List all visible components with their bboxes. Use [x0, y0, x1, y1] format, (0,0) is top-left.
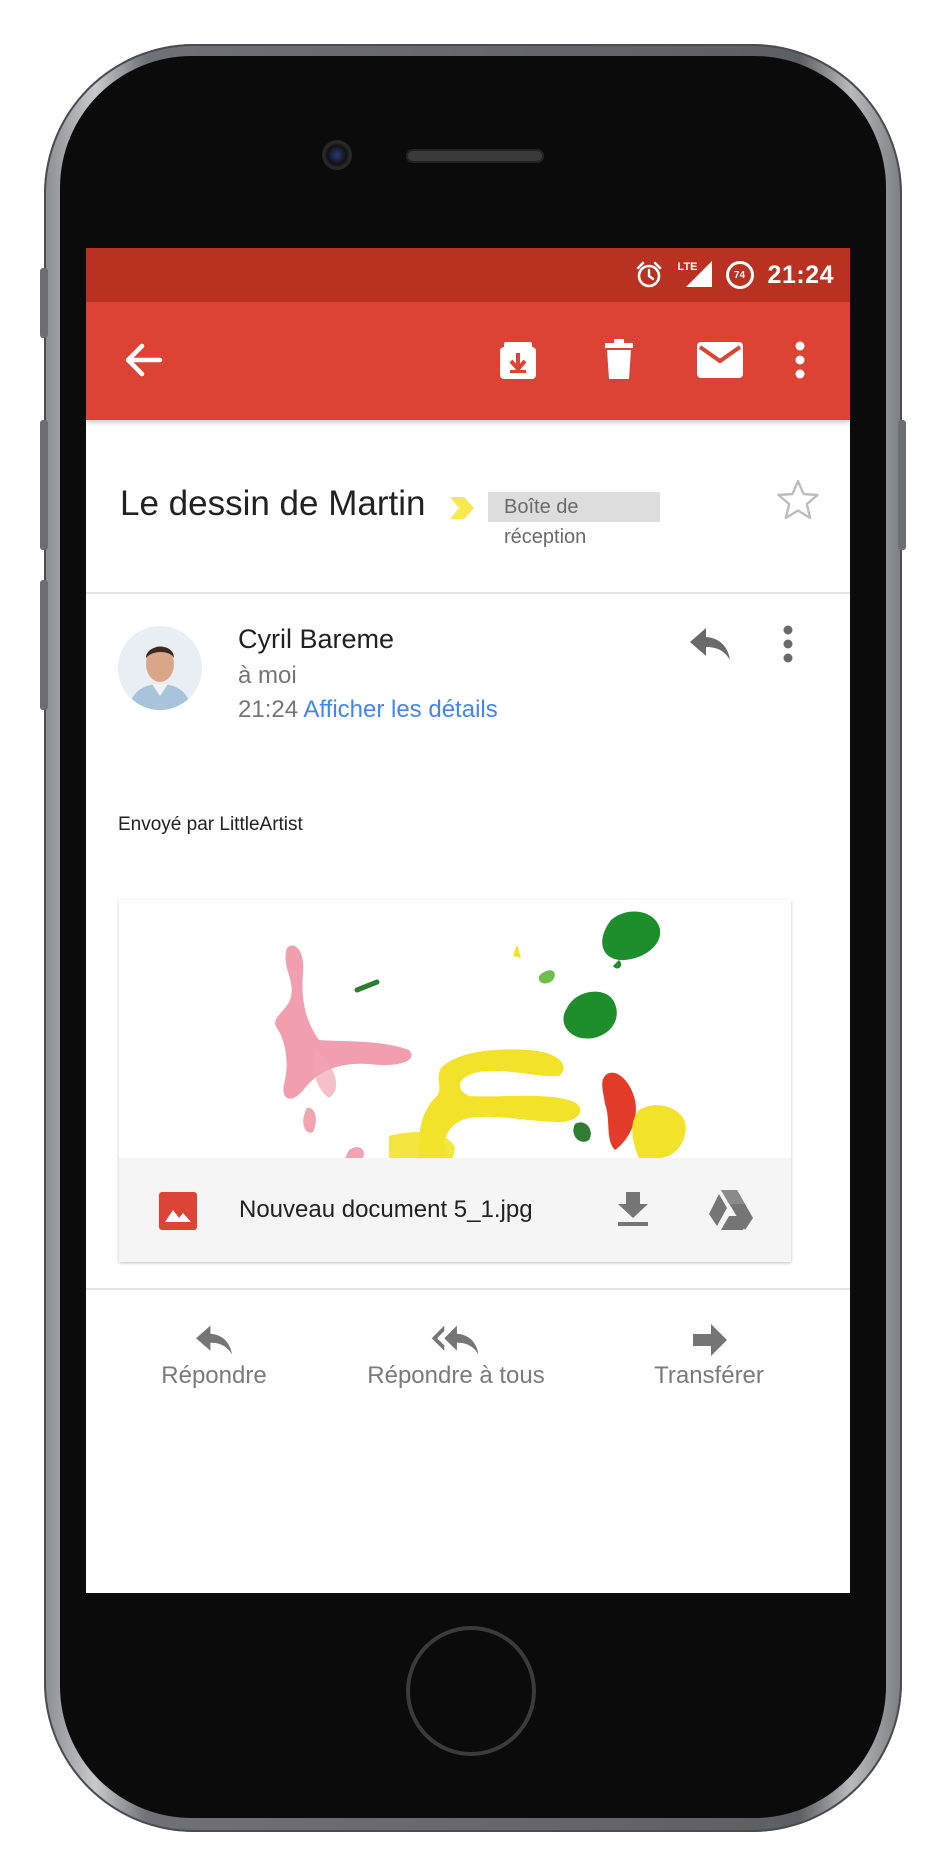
sender-photo [118, 626, 202, 710]
status-time: 21:24 [767, 260, 834, 289]
forward-label: Transférer [654, 1362, 764, 1389]
status-bar: LTE 74 21:24 [86, 248, 850, 302]
attachment-bar: Nouveau document 5_1.jpg [119, 1158, 791, 1262]
reply-icon [196, 1325, 232, 1355]
email-body: Envoyé par LittleArtist [118, 814, 303, 835]
alarm-icon [636, 261, 661, 288]
image-file-icon [159, 1192, 197, 1230]
home-button[interactable] [406, 1626, 536, 1756]
attachment-file-name: Nouveau document 5_1.jpg [239, 1196, 533, 1223]
toolbar [86, 302, 850, 420]
mute-switch [40, 268, 48, 338]
phone-screen: LTE 74 21:24 Le dessin de Martin Boîte d… [86, 248, 850, 1593]
drive-icon[interactable] [705, 1188, 753, 1232]
drawing-image [119, 900, 791, 1158]
star-icon[interactable] [776, 478, 820, 522]
email-subject: Le dessin de Martin [120, 484, 426, 523]
reply-icon[interactable] [686, 622, 734, 666]
sent-time: 21:24 [238, 696, 299, 723]
label-chip[interactable]: Boîte de réception [488, 492, 660, 548]
reply-all-label: Répondre à tous [367, 1362, 545, 1389]
more-vert-icon[interactable] [776, 622, 800, 666]
front-camera [322, 140, 352, 170]
more-vert-icon [795, 341, 805, 379]
delete-button[interactable] [583, 324, 655, 396]
battery-icon: 74 [725, 261, 754, 289]
reply-all-button[interactable]: Répondre à tous [356, 1318, 556, 1390]
archive-icon [500, 342, 536, 379]
power-button [898, 420, 906, 550]
signal-icon: LTE [678, 261, 712, 289]
recipient-line: à moi [238, 662, 297, 689]
back-button[interactable] [108, 324, 180, 396]
battery-level: 74 [733, 269, 746, 281]
more-options-button[interactable] [764, 324, 836, 396]
reply-label: Répondre [161, 1362, 267, 1389]
sender-name: Cyril Bareme [238, 624, 395, 654]
attachment-preview[interactable] [119, 900, 791, 1158]
archive-button[interactable] [482, 324, 554, 396]
important-marker-icon [450, 497, 474, 519]
earpiece-speaker [406, 149, 544, 163]
arrow-back-icon [125, 343, 163, 377]
volume-up-button [40, 420, 48, 550]
reply-all-icon [431, 1325, 479, 1355]
sent-time-line: 21:24 Afficher les détails [238, 696, 498, 724]
show-details-link[interactable]: Afficher les détails [303, 696, 497, 723]
reply-actions: Répondre Répondre à tous Transférer [86, 1318, 850, 1418]
volume-down-button [40, 580, 48, 710]
divider [86, 1288, 850, 1290]
forward-button[interactable]: Transférer [634, 1318, 784, 1390]
avatar[interactable] [118, 626, 202, 710]
sender-info: Cyril Bareme à moi 21:24 Afficher les dé… [86, 594, 850, 734]
mail-icon [697, 342, 743, 378]
download-icon[interactable] [613, 1188, 653, 1228]
reply-button[interactable]: Répondre [136, 1318, 292, 1390]
subject-header: Le dessin de Martin Boîte de réception [86, 420, 850, 594]
delete-icon [605, 339, 633, 379]
forward-icon [693, 1324, 727, 1356]
attachment-card[interactable]: Nouveau document 5_1.jpg [119, 900, 791, 1262]
mark-unread-button[interactable] [684, 324, 756, 396]
